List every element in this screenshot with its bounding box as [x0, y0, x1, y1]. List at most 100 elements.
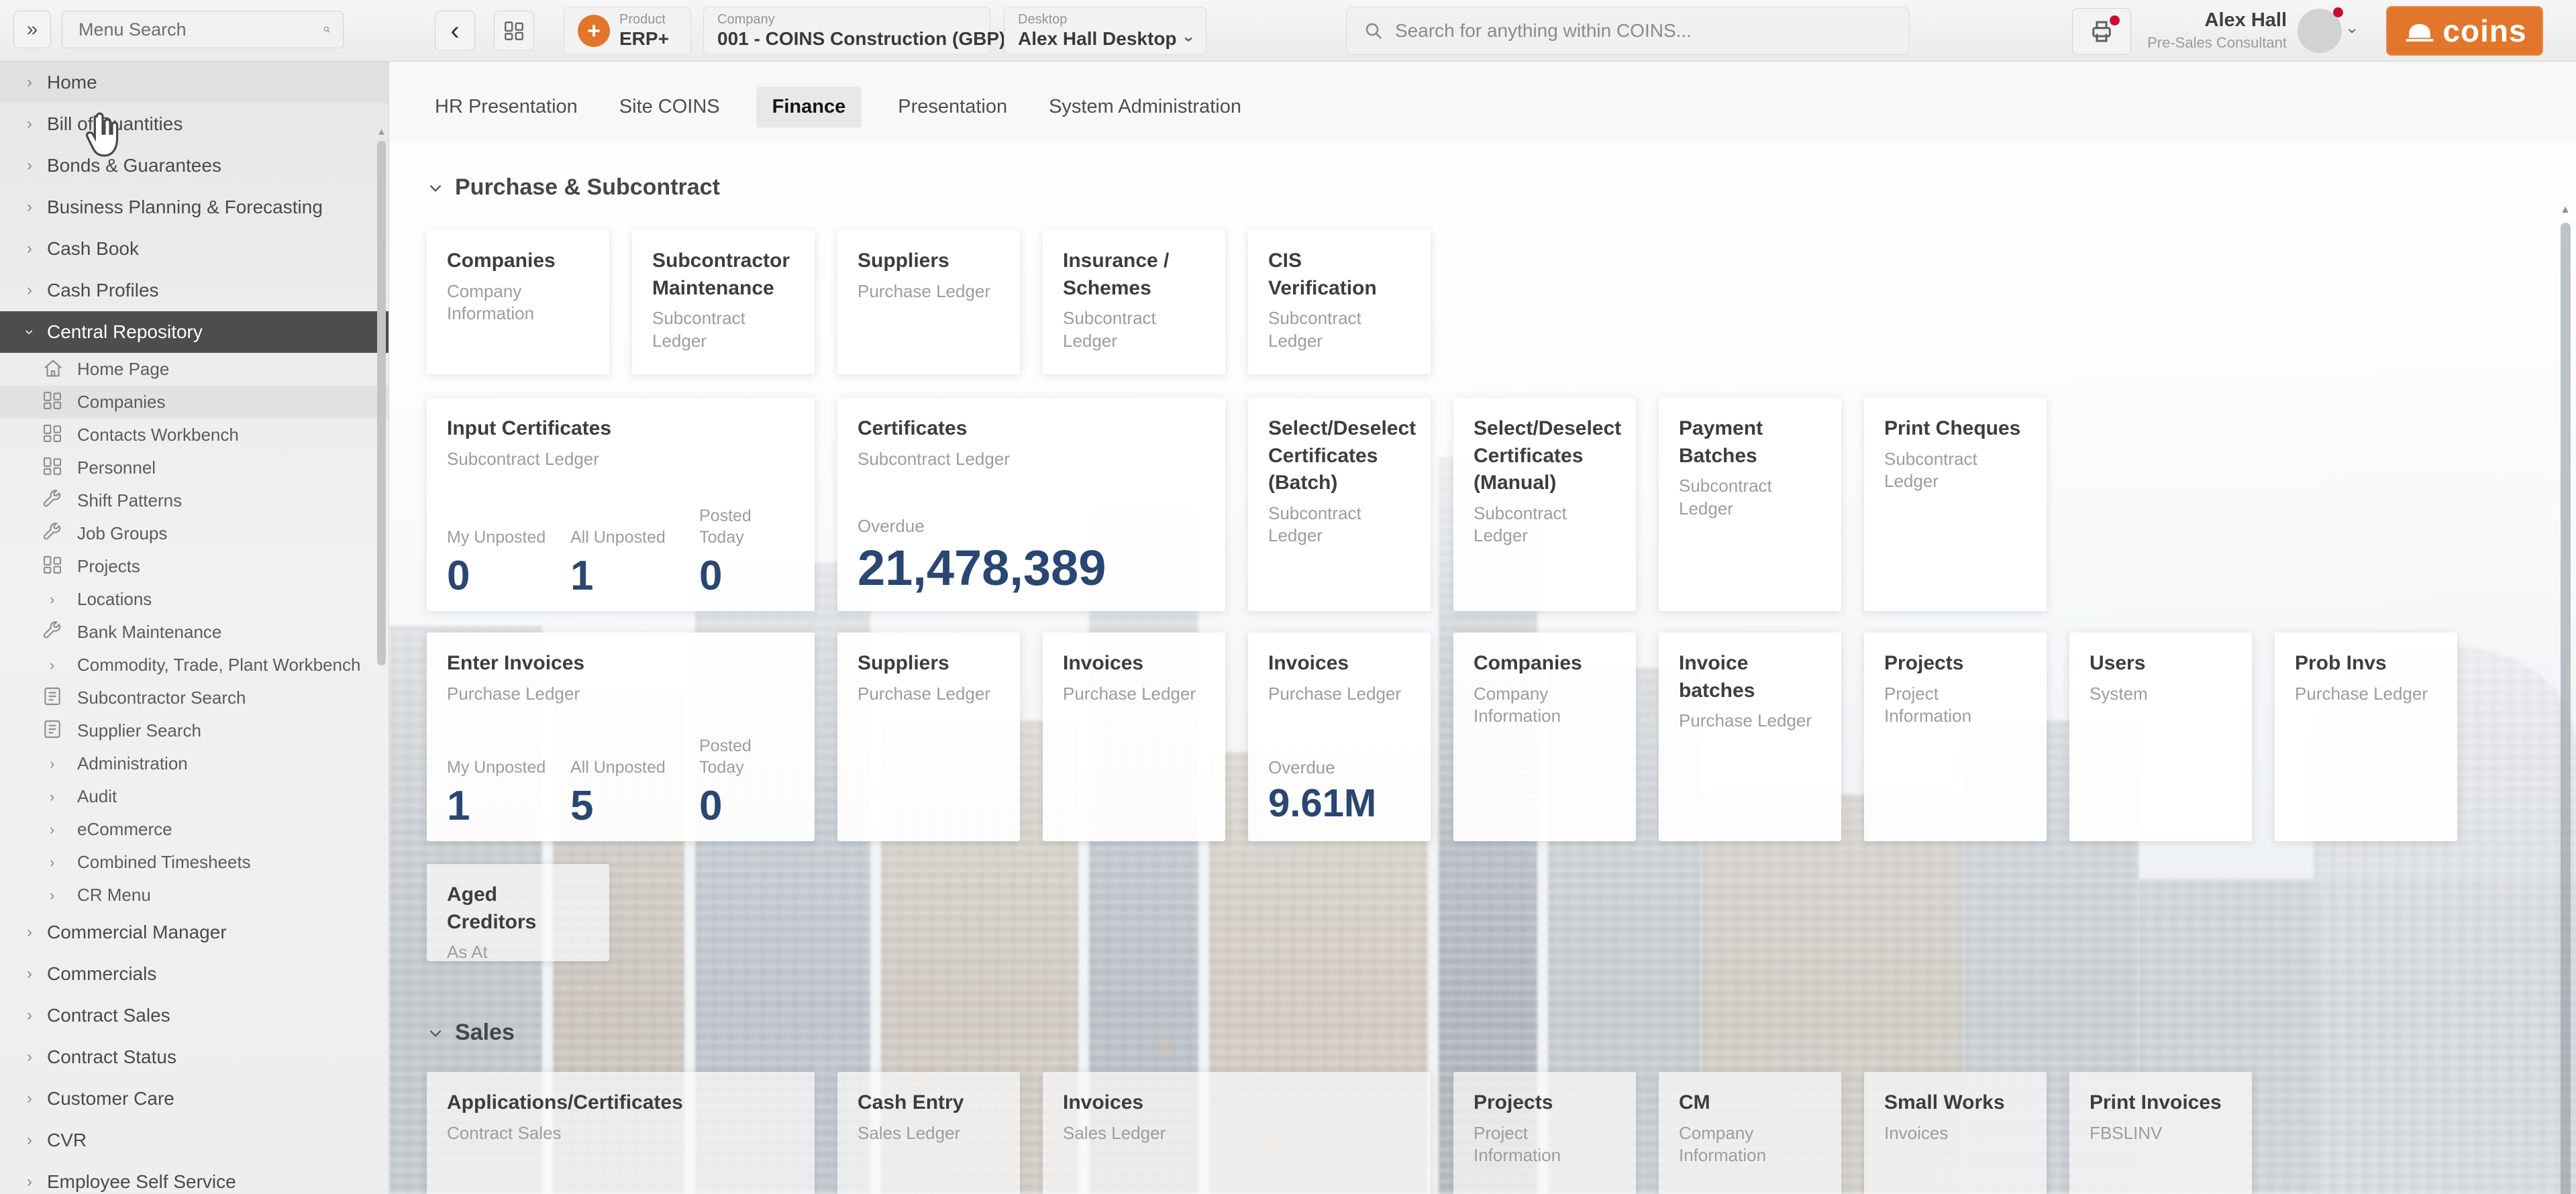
tile-invoices[interactable]: InvoicesPurchase Ledger — [1043, 633, 1225, 841]
user-name: Alex Hall — [2145, 9, 2287, 32]
sidebar-item-cvr[interactable]: ›CVR — [0, 1120, 389, 1161]
section-header-sales[interactable]: Sales — [427, 1020, 515, 1046]
sidebar-item-commodity-trade-plant-workbench[interactable]: ›Commodity, Trade, Plant Workbench — [0, 649, 389, 682]
menu-search-input[interactable] — [62, 19, 323, 40]
sidebar-item-label: Job Groups — [77, 523, 167, 544]
tile-small-works[interactable]: Small WorksInvoices — [1864, 1072, 2047, 1194]
tile-print-cheques[interactable]: Print ChequesSubcontract Ledger — [1864, 398, 2047, 611]
tile-applications-certificates[interactable]: Applications/CertificatesContract SalesM… — [427, 1072, 815, 1194]
tile-select-deselect-certificates-manual-[interactable]: Select/Deselect Certificates (Manual)Sub… — [1453, 398, 1636, 611]
sidebar-item-commercials[interactable]: ›Commercials — [0, 953, 389, 995]
product-selector[interactable]: + Product ERP+ — [564, 7, 691, 55]
sidebar-item-shift-patterns[interactable]: Shift Patterns — [0, 484, 389, 517]
section-header-purchase-subcontract[interactable]: Purchase & Subcontract — [427, 174, 720, 201]
content-scrollbar-up-icon[interactable]: ▲ — [2560, 204, 2571, 216]
erp-plus-icon: + — [578, 15, 610, 47]
company-label: Company — [717, 12, 1021, 28]
tile-input-certificates[interactable]: Input CertificatesSubcontract LedgerMy U… — [427, 398, 815, 611]
sidebar-item-bill-of-quantities[interactable]: ›Bill of Quantities — [0, 103, 389, 145]
tab-system-administration[interactable]: System Administration — [1043, 87, 1247, 127]
tile-print-invoices[interactable]: Print InvoicesFBSLINV — [2069, 1072, 2252, 1194]
tile-certificates[interactable]: CertificatesSubcontract LedgerOverdue21,… — [837, 398, 1225, 611]
tile-projects[interactable]: ProjectsProject Information — [1864, 633, 2047, 841]
global-search-input[interactable] — [1384, 19, 1893, 42]
sidebar-item-personnel[interactable]: Personnel — [0, 451, 389, 484]
avatar[interactable] — [2298, 9, 2342, 53]
user-info[interactable]: Alex Hall Pre-Sales Consultant — [2145, 9, 2287, 52]
product-value: ERP+ — [619, 28, 669, 50]
sidebar-item-combined-timesheets[interactable]: ›Combined Timesheets — [0, 846, 389, 879]
sidebar-item-contract-status[interactable]: ›Contract Status — [0, 1036, 389, 1078]
content-scrollbar-thumb[interactable] — [2561, 223, 2571, 1194]
tile-projects[interactable]: ProjectsProject Information — [1453, 1072, 1636, 1194]
tile-prob-invs[interactable]: Prob InvsPurchase Ledger — [2275, 633, 2457, 841]
tile-payment-batches[interactable]: Payment BatchesSubcontract Ledger — [1659, 398, 1841, 611]
tile-subtitle: Purchase Ledger — [858, 683, 1000, 706]
sidebar-item-job-groups[interactable]: Job Groups — [0, 517, 389, 550]
sidebar-item-audit[interactable]: ›Audit — [0, 780, 389, 813]
tile-cash-entry[interactable]: Cash EntrySales Ledger — [837, 1072, 1020, 1194]
sidebar-item-home[interactable]: ›Home — [0, 62, 389, 103]
tile-suppliers[interactable]: SuppliersPurchase Ledger — [837, 633, 1020, 841]
tile-companies[interactable]: CompaniesCompany Information — [1453, 633, 1636, 841]
sidebar-item-home-page[interactable]: Home Page — [0, 353, 389, 386]
sidebar-item-administration[interactable]: ›Administration — [0, 747, 389, 780]
sidebar-item-cash-profiles[interactable]: ›Cash Profiles — [0, 270, 389, 311]
sidebar-scrollbar-thumb[interactable] — [377, 141, 386, 665]
sidebar-item-bank-maintenance[interactable]: Bank Maintenance — [0, 616, 389, 649]
sidebar-item-label: Commodity, Trade, Plant Workbench — [77, 655, 360, 675]
company-selector[interactable]: Company 001 - COINS Construction (GBP)› — [703, 7, 990, 55]
tile-users[interactable]: UsersSystem — [2069, 633, 2252, 841]
sidebar-scrollbar-up-icon[interactable]: ▲ — [376, 126, 387, 138]
stat-value: 5 — [570, 784, 699, 828]
sidebar-item-bonds-guarantees[interactable]: ›Bonds & Guarantees — [0, 145, 389, 186]
desktop-selector[interactable]: Desktop Alex Hall Desktop› — [1004, 7, 1206, 55]
tile-subtitle: Sales Ledger — [1063, 1122, 1410, 1145]
tile-invoices[interactable]: InvoicesPurchase LedgerOverdue9.61M — [1248, 633, 1431, 841]
sidebar-item-label: Business Planning & Forecasting — [47, 197, 323, 218]
sidebar-item-ecommerce[interactable]: ›eCommerce — [0, 813, 389, 846]
tab-hr-presentation[interactable]: HR Presentation — [429, 87, 583, 127]
tile-aged-creditors[interactable]: Aged CreditorsAs At — [427, 864, 609, 961]
tile-suppliers[interactable]: SuppliersPurchase Ledger — [837, 230, 1020, 374]
desktop-tiles-button[interactable] — [494, 11, 534, 51]
sidebar-item-companies[interactable]: Companies — [0, 386, 389, 419]
sidebar-item-contract-sales[interactable]: ›Contract Sales — [0, 995, 389, 1036]
tile-stats: My Unposted0All Unposted1Posted Today0 — [447, 505, 798, 598]
sidebar-item-contacts-workbench[interactable]: Contacts Workbench — [0, 419, 389, 451]
tile-invoices[interactable]: InvoicesSales LedgerOverdue — [1043, 1072, 1431, 1194]
sidebar-item-business-planning-forecasting[interactable]: ›Business Planning & Forecasting — [0, 186, 389, 228]
tile-cm[interactable]: CMCompany Information — [1659, 1072, 1841, 1194]
tile-title: Projects — [1474, 1089, 1616, 1117]
back-button[interactable]: ‹ — [435, 11, 475, 51]
tile-title: Select/Deselect Certificates (Manual) — [1474, 415, 1616, 497]
tab-finance[interactable]: Finance — [756, 87, 862, 127]
tile-title: Print Cheques — [1884, 415, 2026, 443]
sidebar-item-cr-menu[interactable]: ›CR Menu — [0, 879, 389, 912]
print-queue-button[interactable] — [2072, 8, 2131, 55]
sidebar-item-employee-self-service[interactable]: ›Employee Self Service — [0, 1161, 389, 1194]
sidebar-item-projects[interactable]: Projects — [0, 550, 389, 583]
tile-enter-invoices[interactable]: Enter InvoicesPurchase LedgerMy Unposted… — [427, 633, 815, 841]
tile-companies[interactable]: CompaniesCompany Information — [427, 230, 609, 374]
tile-cis-verification[interactable]: CIS VerificationSubcontract Ledger — [1248, 230, 1431, 374]
top-header-bar: » ‹ + Product ERP+ Company 001 - COINS C… — [0, 0, 2576, 62]
sidebar-item-cash-book[interactable]: ›Cash Book — [0, 228, 389, 270]
sidebar-item-commercial-manager[interactable]: ›Commercial Manager — [0, 912, 389, 953]
stat-value: 1 — [447, 784, 570, 828]
chevron-right-icon: › — [27, 241, 32, 257]
user-menu-chevron-icon[interactable]: › — [2343, 28, 2362, 34]
sidebar-item-locations[interactable]: ›Locations — [0, 583, 389, 616]
sidebar-item-subcontractor-search[interactable]: Subcontractor Search — [0, 682, 389, 714]
tile-subcontractor-maintenance[interactable]: Subcontractor MaintenanceSubcontract Led… — [632, 230, 815, 374]
tab-site-coins[interactable]: Site COINS — [614, 87, 725, 127]
sidebar-expand-button[interactable]: » — [13, 11, 51, 48]
tab-presentation[interactable]: Presentation — [892, 87, 1013, 127]
tile-select-deselect-certificates-batch-[interactable]: Select/Deselect Certificates (Batch)Subc… — [1248, 398, 1431, 611]
tile-insurance-schemes[interactable]: Insurance / SchemesSubcontract Ledger — [1043, 230, 1225, 374]
sidebar-item-customer-care[interactable]: ›Customer Care — [0, 1078, 389, 1120]
tile-invoice-batches[interactable]: Invoice batchesPurchase Ledger — [1659, 633, 1841, 841]
sidebar-item-supplier-search[interactable]: Supplier Search — [0, 714, 389, 747]
sidebar-item-central-repository[interactable]: ›Central Repository — [0, 311, 389, 353]
printer-notification-dot — [2110, 15, 2120, 25]
